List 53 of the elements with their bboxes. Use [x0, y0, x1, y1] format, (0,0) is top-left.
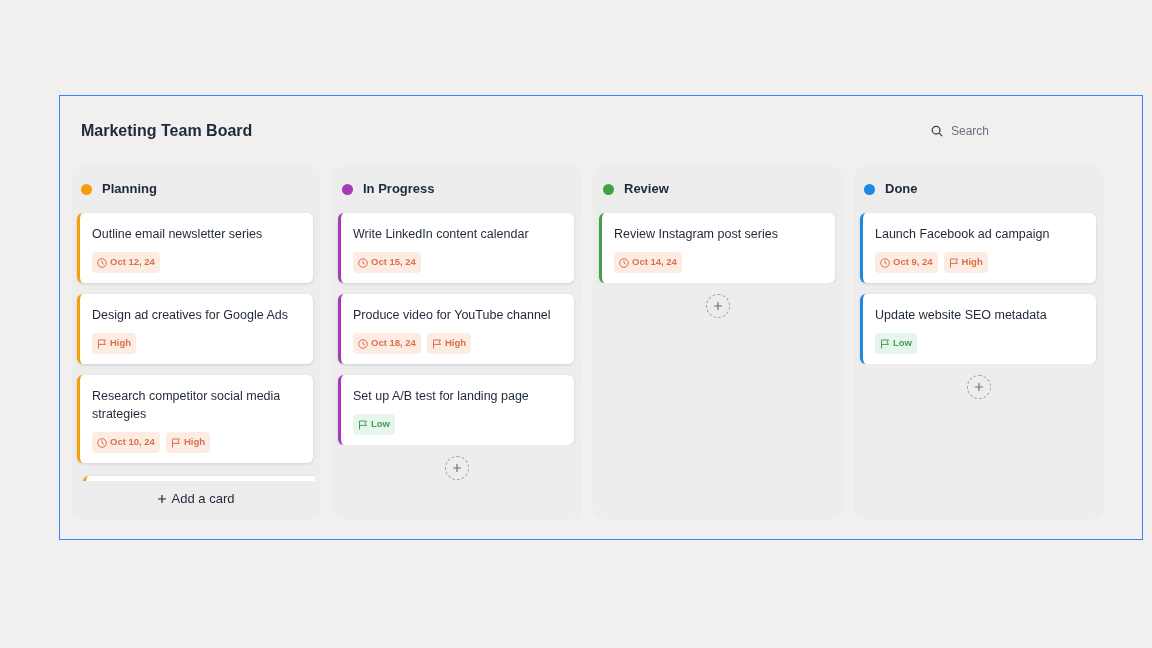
priority-tag: High — [92, 333, 137, 354]
task-card[interactable]: Set up A/B test for landing page Low — [338, 375, 574, 445]
card-title: Review Instagram post series — [614, 226, 779, 243]
card-title: Outline email newsletter series — [92, 226, 264, 243]
clock-icon — [619, 257, 629, 268]
plus-icon — [453, 464, 461, 472]
card-title: Write LinkedIn content calendar — [353, 226, 530, 243]
card-title: Produce video for YouTube channel — [353, 307, 552, 324]
priority-tag: High — [165, 432, 210, 453]
clock-icon — [97, 437, 107, 448]
card-title: Research competitor social media strategies — [92, 388, 282, 423]
clock-icon — [97, 257, 107, 268]
priority-tag: High — [426, 333, 471, 354]
priority-tag: High — [943, 252, 988, 273]
task-card[interactable]: Update website SEO metadata Low — [860, 294, 1096, 364]
task-card[interactable]: Outline email newsletter series Oct 12, 24 — [77, 213, 313, 283]
task-card[interactable]: Write LinkedIn content calendar Oct 15, 24 — [338, 213, 574, 283]
column-title: Review — [624, 180, 669, 199]
task-card[interactable]: Launch Facebook ad campaign Oct 9, 24 High — [860, 213, 1096, 283]
card-title: Set up A/B test for landing page — [353, 388, 530, 405]
board-title: Marketing Team Board — [81, 121, 253, 141]
flag-icon — [948, 257, 959, 268]
due-date-tag: Oct 9, 24 — [875, 252, 938, 273]
due-date-tag: Oct 15, 24 — [353, 252, 421, 273]
column-title: In Progress — [363, 180, 435, 199]
due-date-tag: Oct 18, 24 — [353, 333, 421, 354]
search-field[interactable]: Search — [951, 122, 1011, 140]
plus-icon — [714, 302, 722, 310]
column-title: Done — [885, 180, 918, 199]
search-icon — [931, 124, 943, 138]
card-title: Design ad creatives for Google Ads — [92, 307, 289, 324]
due-date-tag: Oct 12, 24 — [92, 252, 160, 273]
task-card[interactable]: Produce video for YouTube channel Oct 18, 24 High — [338, 294, 574, 364]
clock-icon — [358, 338, 368, 349]
due-date-tag: Oct 10, 24 — [92, 432, 160, 453]
task-card[interactable]: Design ad creatives for Google Ads High — [77, 294, 313, 364]
due-date-tag: Oct 14, 24 — [614, 252, 682, 273]
plus-icon — [157, 495, 166, 503]
flag-icon — [170, 437, 181, 448]
card-title: Launch Facebook ad campaign — [875, 226, 1051, 243]
task-card[interactable]: Review Instagram post series Oct 14, 24 — [599, 213, 835, 283]
column-title: Planning — [102, 180, 157, 199]
card-title: Update website SEO metadata — [875, 307, 1048, 324]
flag-icon — [431, 338, 442, 349]
task-card[interactable]: Research competitor social media strategies Oct 10, 24 High — [77, 375, 313, 463]
clock-icon — [880, 257, 890, 268]
priority-tag: Low — [353, 414, 395, 435]
flag-icon — [880, 338, 890, 349]
plus-icon — [975, 383, 983, 391]
priority-tag: Low — [875, 333, 917, 354]
flag-icon — [97, 338, 107, 349]
flag-icon — [358, 419, 368, 430]
clock-icon — [358, 257, 368, 268]
